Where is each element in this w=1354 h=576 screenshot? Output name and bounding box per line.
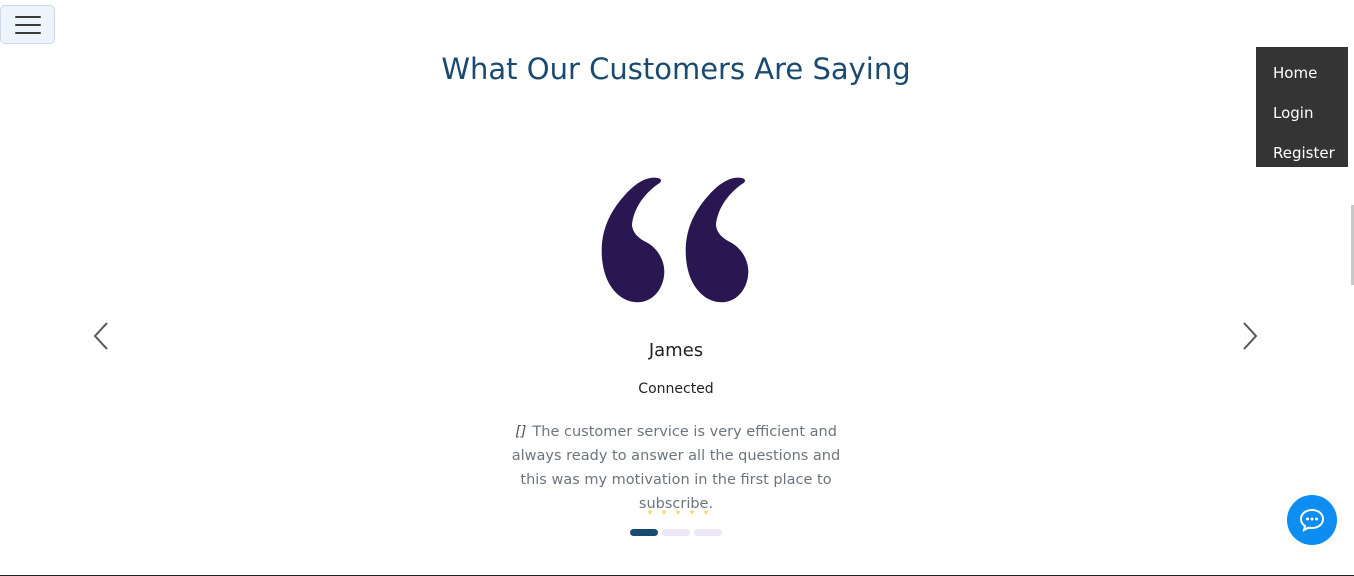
hamburger-menu-button[interactable] xyxy=(0,5,55,44)
nav-item-register[interactable]: Register xyxy=(1256,133,1348,173)
hamburger-icon-line xyxy=(14,23,41,26)
chat-button[interactable] xyxy=(1287,495,1337,545)
chevron-right-icon xyxy=(1243,322,1258,350)
carousel-indicator-2[interactable] xyxy=(662,529,690,536)
hamburger-icon-line xyxy=(14,31,41,34)
star-icon: * xyxy=(661,509,667,520)
carousel-indicator-3[interactable] xyxy=(694,529,722,536)
testimonial-author-name: James xyxy=(648,340,704,361)
testimonial-author-status: Connected xyxy=(638,381,714,397)
section-title: What Our Customers Are Saying xyxy=(441,52,911,86)
testimonials-page: Home Login Register What Our Customers A… xyxy=(0,0,1354,576)
quote-glyph-icon: [] xyxy=(515,424,527,440)
hamburger-icon-line xyxy=(14,15,41,18)
star-icon: * xyxy=(689,509,695,520)
nav-item-login[interactable]: Login xyxy=(1256,93,1348,133)
testimonial-text: The customer service is very efficient a… xyxy=(511,424,841,512)
star-icon: * xyxy=(675,509,681,520)
star-icon: * xyxy=(647,509,653,520)
testimonial-text-block: [] The customer service is very efficient… xyxy=(497,420,855,516)
quote-icon xyxy=(601,177,749,303)
carousel-indicators xyxy=(630,529,722,536)
chat-bubble-icon xyxy=(1299,508,1325,532)
carousel-next-button[interactable] xyxy=(1240,320,1260,352)
star-icon: * xyxy=(703,509,709,520)
carousel-indicator-1[interactable] xyxy=(630,529,658,536)
rating-stars: * * * * * xyxy=(645,509,715,520)
